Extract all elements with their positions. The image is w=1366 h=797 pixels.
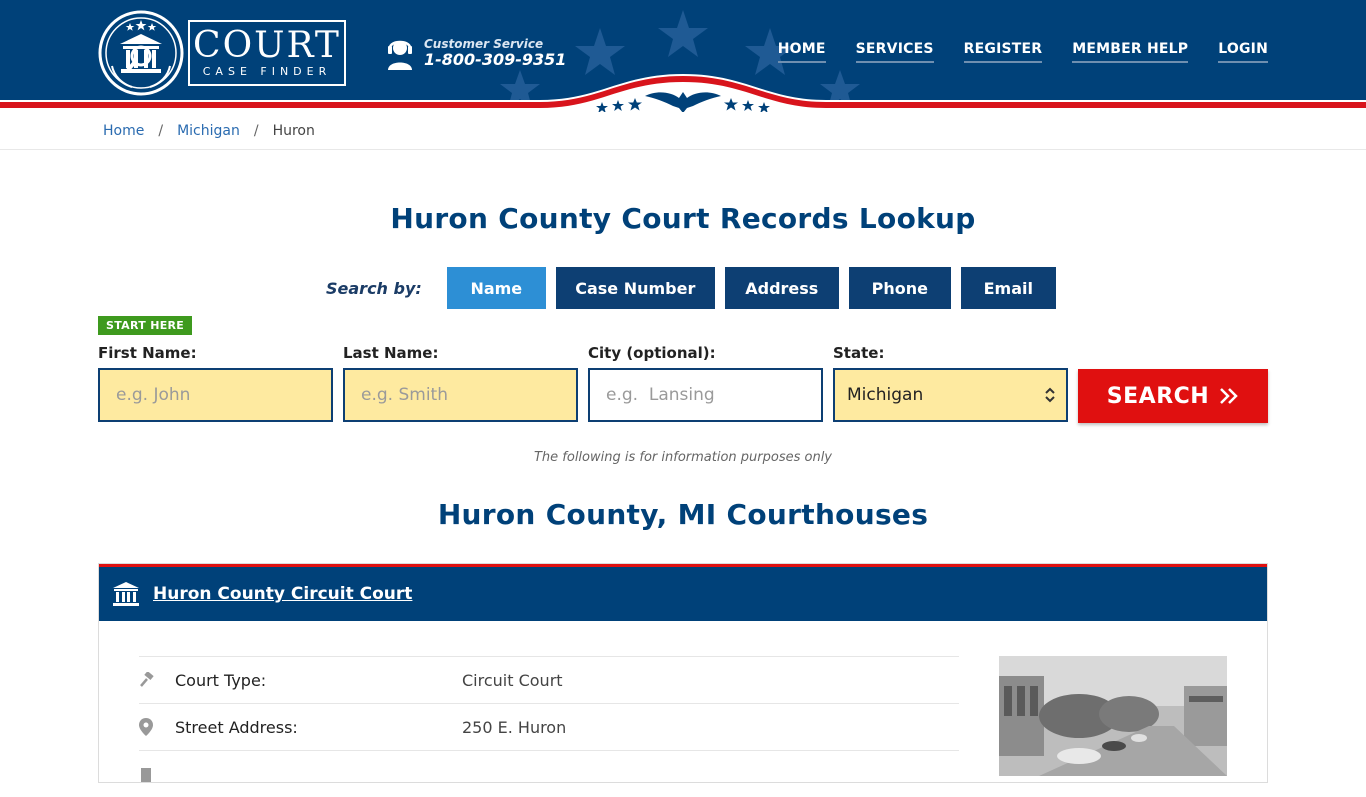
customer-service-label: Customer Service: [424, 37, 544, 51]
search-form: First Name: Last Name: City (optional): …: [98, 344, 1268, 423]
first-name-label: First Name:: [98, 344, 197, 362]
city-label: City (optional):: [588, 344, 716, 362]
courthouse-street-photo: [999, 656, 1227, 776]
logo[interactable]: COURT CASE FINDER: [98, 10, 346, 96]
court-type-label: Court Type:: [175, 670, 267, 690]
court-card-header: Huron County Circuit Court: [99, 564, 1267, 621]
court-card: Huron County Circuit Court Court Type: C…: [98, 563, 1268, 783]
tab-case-number[interactable]: Case Number: [555, 267, 715, 309]
street-address-label: Street Address:: [175, 717, 298, 737]
headset-icon: [388, 40, 412, 70]
nav-services[interactable]: SERVICES: [855, 41, 934, 63]
logo-main-text: COURT: [193, 25, 341, 66]
court-details: Court Type: Circuit Court Street Address…: [139, 656, 959, 797]
court-detail-row: [139, 750, 959, 797]
state-label: State:: [833, 344, 885, 362]
court-type-value: Circuit Court: [462, 670, 563, 690]
last-name-input[interactable]: [343, 368, 578, 422]
nav-home[interactable]: HOME: [777, 41, 826, 63]
first-name-input[interactable]: [98, 368, 333, 422]
updown-chevron-icon: [1045, 387, 1055, 403]
map-pin-icon: [139, 718, 153, 736]
info-disclaimer: The following is for information purpose…: [533, 450, 833, 465]
street-view-image: [999, 656, 1227, 776]
court-detail-row: Street Address: 250 E. Huron: [139, 703, 959, 750]
breadcrumb: Home / Michigan / Huron: [0, 112, 1366, 150]
state-field-group: State: Michigan: [833, 344, 1068, 423]
search-by: Search by: Name Case Number Address Phon…: [326, 267, 1066, 309]
site-header: COURT CASE FINDER Customer Service 1-800…: [0, 0, 1366, 112]
eagle-emblem: [596, 92, 770, 112]
phone-number[interactable]: 1-800-309-9351: [424, 51, 566, 69]
nav-member-help[interactable]: MEMBER HELP: [1072, 41, 1189, 63]
state-select[interactable]: Michigan: [833, 368, 1068, 422]
city-field-group: City (optional):: [588, 344, 823, 423]
nav-login[interactable]: LOGIN: [1218, 41, 1268, 63]
logo-wordmark: COURT CASE FINDER: [188, 20, 346, 86]
tab-address[interactable]: Address: [724, 267, 839, 309]
gavel-icon: [140, 672, 154, 687]
page-title: Huron County Court Records Lookup: [390, 202, 976, 235]
court-name-link[interactable]: Huron County Circuit Court: [153, 584, 412, 604]
breadcrumb-home[interactable]: Home: [103, 123, 144, 139]
last-name-field-group: Last Name:: [343, 344, 578, 423]
logo-sub-text: CASE FINDER: [202, 65, 332, 78]
search-by-label: Search by:: [326, 278, 422, 298]
city-input[interactable]: [588, 368, 823, 422]
tab-name[interactable]: Name: [446, 267, 546, 309]
customer-service: Customer Service 1-800-309-9351: [386, 36, 566, 70]
double-chevron-right-icon: [1220, 388, 1238, 404]
last-name-label: Last Name:: [343, 344, 439, 362]
state-selected-value: Michigan: [847, 385, 924, 405]
nav-register[interactable]: REGISTER: [963, 41, 1043, 63]
search-button[interactable]: SEARCH: [1078, 369, 1268, 423]
courthouse-icon: [113, 582, 139, 606]
breadcrumb-separator: /: [253, 122, 259, 139]
tab-phone[interactable]: Phone: [848, 267, 951, 309]
courthouses-title: Huron County, MI Courthouses: [437, 498, 929, 531]
start-here-badge: START HERE: [98, 316, 193, 335]
courthouse-seal-icon: [98, 10, 184, 96]
court-detail-row: Court Type: Circuit Court: [139, 656, 959, 703]
breadcrumb-current: Huron: [272, 122, 315, 139]
breadcrumb-separator: /: [158, 122, 164, 139]
street-address-value: 250 E. Huron: [462, 717, 567, 737]
first-name-field-group: First Name:: [98, 344, 333, 423]
breadcrumb-state[interactable]: Michigan: [177, 123, 240, 139]
tab-email[interactable]: Email: [960, 267, 1056, 309]
city-icon: [141, 768, 151, 782]
search-button-label: SEARCH: [1106, 383, 1210, 409]
main-nav: HOME SERVICES REGISTER MEMBER HELP LOGIN: [777, 41, 1268, 63]
